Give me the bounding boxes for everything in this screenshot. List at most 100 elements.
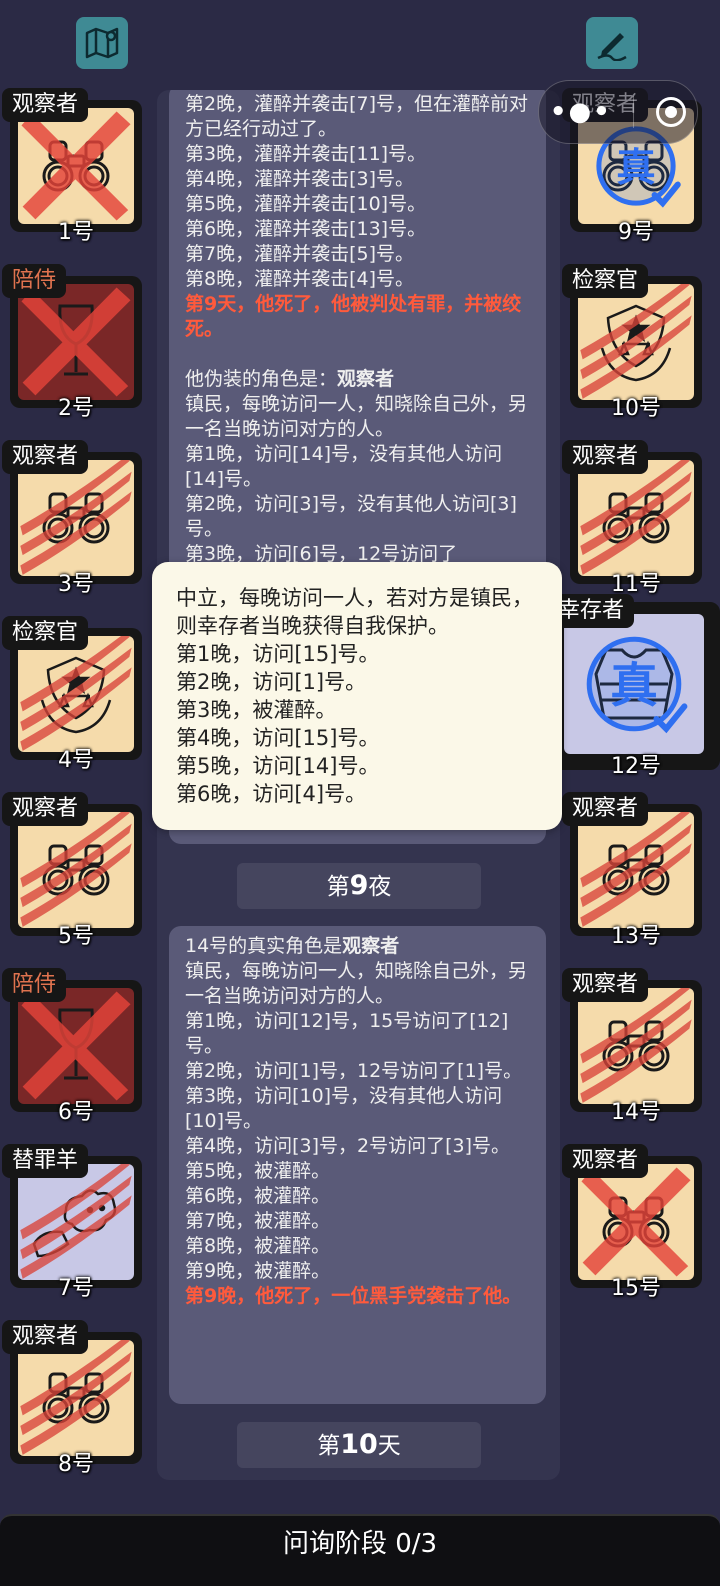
- popup-line: 第4晚，访问[15]号。: [176, 726, 380, 750]
- player-number: 6号: [58, 1100, 94, 1125]
- player-role-label: 检察官: [562, 264, 649, 298]
- player-portrait: [578, 1164, 694, 1280]
- player-number: 15号: [611, 1276, 661, 1301]
- log-line: 第1晚，访问[14]号，没有其他人访问[14]号。: [185, 443, 503, 490]
- claw-mark: [580, 284, 692, 399]
- notes-button[interactable]: [586, 17, 638, 69]
- map-button[interactable]: [76, 17, 128, 69]
- day9-pre: 第: [326, 874, 350, 900]
- player-card-1号[interactable]: 观察者 1号: [2, 88, 142, 245]
- player-card-6号[interactable]: 陪侍 6号: [2, 968, 142, 1125]
- pen-icon: [597, 33, 627, 61]
- player-number: 1号: [58, 220, 94, 245]
- log-line: 第1晚，访问[12]号，15号访问了[12]号。: [185, 1010, 509, 1057]
- player-card-5号[interactable]: 观察者 5号: [2, 792, 142, 949]
- death-notice: 第9晚，他死了，一位黑手党袭击了他。: [185, 1285, 522, 1307]
- log-line: 第6晚，被灌醉。: [185, 1185, 331, 1207]
- player-portrait: [578, 812, 694, 928]
- player-card-10号[interactable]: 检察官 10号: [562, 264, 702, 421]
- log-line: 第5晚，灌醉并袭击[10]号。: [185, 193, 427, 215]
- log-line: 第5晚，被灌醉。: [185, 1160, 331, 1182]
- log-line: 第7晚，灌醉并袭击[5]号。: [185, 243, 415, 265]
- log-line: 第7晚，被灌醉。: [185, 1210, 331, 1232]
- player-portrait: [578, 284, 694, 400]
- player-card-11号[interactable]: 观察者 11号: [562, 440, 702, 597]
- log-line: 第4晚，灌醉并袭击[3]号。: [185, 168, 415, 190]
- eliminated-x-mark: [581, 1167, 691, 1277]
- target-icon[interactable]: [656, 97, 687, 127]
- claw-mark: [20, 636, 132, 751]
- fake-role-prefix: 他伪装的角色是：: [185, 368, 338, 390]
- player-number: 3号: [58, 572, 94, 597]
- day10-pre: 第: [317, 1433, 341, 1459]
- claw-mark: [580, 460, 692, 575]
- day10-num: 10: [340, 1429, 378, 1460]
- log-line: 第2晚，灌醉并袭击[7]号，但在灌醉前对方已经行动过了。: [185, 93, 529, 140]
- player-role-label: 观察者: [562, 968, 649, 1002]
- player-portrait: [18, 460, 134, 576]
- claw-mark: [580, 988, 692, 1103]
- player-portrait: [18, 988, 134, 1104]
- player-card-14号[interactable]: 观察者 14号: [562, 968, 702, 1125]
- claw-mark: [20, 1164, 132, 1279]
- player-number: 8号: [58, 1452, 94, 1477]
- player-portrait: [578, 988, 694, 1104]
- player-role-label: 陪侍: [2, 264, 67, 298]
- more-dots-icon[interactable]: •●•: [550, 97, 612, 127]
- player-card-3号[interactable]: 观察者 3号: [2, 440, 142, 597]
- eliminated-x-mark: [21, 287, 131, 397]
- popup-line: 中立，每晚访问一人，若对方是镇民，则幸存者当晚获得自我保护。: [176, 586, 533, 638]
- claw-mark: [20, 460, 132, 575]
- player-number: 4号: [58, 748, 94, 773]
- claw-mark: [20, 1340, 132, 1455]
- death-notice: 第9天，他死了，他被判处有罪，并被绞死。: [185, 293, 522, 340]
- log-line: 第4晚，访问[3]号，2号访问了[3]号。: [185, 1135, 511, 1157]
- mini-program-capsule: •●•: [538, 80, 698, 144]
- player-card-13号[interactable]: 观察者 13号: [562, 792, 702, 949]
- popup-line: 第5晚，访问[14]号。: [176, 754, 380, 778]
- phase-bar: 问询阶段 0/3: [0, 1514, 720, 1586]
- fake-role-name: 观察者: [337, 368, 395, 390]
- player-role-label: 陪侍: [2, 968, 67, 1002]
- day10-post: 天: [377, 1433, 401, 1459]
- player-number: 14号: [611, 1100, 661, 1125]
- player-card-7号[interactable]: 替罪羊 7号: [2, 1144, 142, 1301]
- player-number: 9号: [618, 220, 654, 245]
- log-line: 第3晚，灌醉并袭击[11]号。: [185, 143, 427, 165]
- player-card-15号[interactable]: 观察者 15号: [562, 1144, 702, 1301]
- day-label-day-10: 第10天: [237, 1422, 481, 1468]
- eliminated-x-mark: [21, 991, 131, 1101]
- map-icon: [85, 27, 119, 59]
- player-role-label: 替罪羊: [2, 1144, 89, 1178]
- player-role-label: 观察者: [2, 440, 89, 474]
- popup-line: 第3晚，被灌醉。: [176, 698, 337, 722]
- player-card-2号[interactable]: 陪侍 2号: [2, 264, 142, 421]
- player-card-12号[interactable]: 真 幸存者 12号: [548, 594, 720, 779]
- log-line: 第8晚，灌醉并袭击[4]号。: [185, 268, 415, 290]
- log-line: 镇民，每晚访问一人，知晓除自己外，另一名当晚访问对方的人。: [185, 960, 528, 1007]
- log-line: 第8晚，被灌醉。: [185, 1235, 331, 1257]
- player-role-label: 观察者: [562, 792, 649, 826]
- day9-num: 9: [349, 870, 369, 901]
- role-info-popup[interactable]: 中立，每晚访问一人，若对方是镇民，则幸存者当晚获得自我保护。第1晚，访问[15]…: [152, 562, 562, 830]
- player-card-4号[interactable]: 检察官 4号: [2, 616, 142, 773]
- player-portrait: [18, 108, 134, 224]
- popup-line: 第6晚，访问[4]号。: [176, 782, 367, 806]
- popup-line: 第1晚，访问[15]号。: [176, 642, 380, 666]
- player-portrait: [18, 636, 134, 752]
- player-role-label: 观察者: [2, 792, 89, 826]
- true-role-name: 观察者: [342, 935, 400, 957]
- true-role-prefix: 14号的真实角色是: [185, 935, 343, 957]
- true-role-line: 14号的真实角色是观察者: [185, 934, 530, 959]
- popup-line: 第2晚，访问[1]号。: [176, 670, 367, 694]
- player-role-label: 观察者: [2, 88, 89, 122]
- player-number: 5号: [58, 924, 94, 949]
- player-portrait: [18, 1164, 134, 1280]
- player-number: 7号: [58, 1276, 94, 1301]
- day-label-night-9: 第9夜: [237, 863, 481, 909]
- verified-stamp-text: 真: [616, 145, 655, 191]
- player-role-label: 观察者: [562, 1144, 649, 1178]
- log-line: 镇民，每晚访问一人，知晓除自己外，另一名当晚访问对方的人。: [185, 393, 528, 440]
- player-card-8号[interactable]: 观察者 8号: [2, 1320, 142, 1477]
